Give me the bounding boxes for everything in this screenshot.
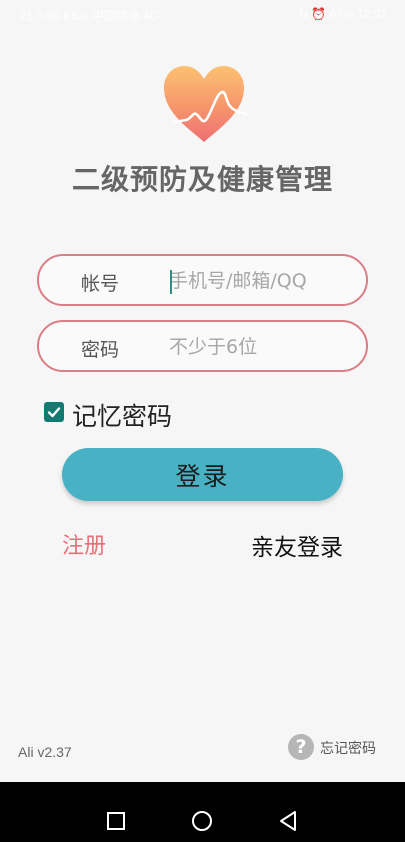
remember-checkbox[interactable] [44,402,64,422]
checkmark-icon [47,407,61,418]
app-title: 二级预防及健康管理 [71,163,333,196]
status-left-info: 21 0.00 KB/s 中国联通 4G [20,9,160,23]
heart-pulse-icon [164,66,248,142]
system-nav-bar [0,782,405,842]
account-input[interactable] [169,266,349,296]
account-field[interactable]: 帐号 [37,254,368,306]
forgot-password-label: 忘记密码 [320,741,376,757]
status-right-info: N ⏰ 67% 12:32 [299,7,387,21]
circle-icon[interactable] [177,782,227,842]
help-icon: ? [288,734,314,760]
password-field[interactable]: 密码 [37,320,368,372]
triangle-back-icon[interactable] [263,782,313,842]
app-version: Ali v2.37 [18,744,72,760]
remember-label: 记忆密码 [72,402,173,431]
password-label: 密码 [81,339,120,361]
password-input[interactable] [169,332,349,362]
register-link[interactable]: 注册 [62,528,106,560]
status-bar: 21 0.00 KB/s 中国联通 4G N ⏰ 67% 12:32 [0,0,405,30]
square-icon[interactable] [90,782,140,842]
text-caret [170,270,172,294]
account-label: 帐号 [81,273,120,295]
family-login-link[interactable]: 亲友登录 [251,528,343,562]
login-button[interactable]: 登录 [62,448,343,501]
